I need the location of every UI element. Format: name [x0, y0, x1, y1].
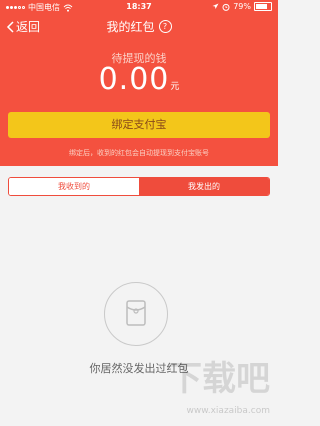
bind-alipay-button[interactable]: 绑定支付宝	[8, 112, 270, 138]
watermark-url: www.xiazaiba.com	[186, 406, 270, 416]
balance-amount: 0.00元	[0, 62, 278, 97]
battery-fill	[256, 4, 268, 9]
balance-value: 0.00	[98, 62, 170, 97]
location-icon	[212, 3, 219, 9]
header-panel: 中国电信 18:37 79% 返回 我的红包 ? 待提现的钱 0.00元 绑定支…	[0, 0, 278, 166]
status-right: 79%	[212, 2, 272, 11]
navigation-bar: 返回 我的红包 ?	[0, 14, 278, 40]
help-icon[interactable]: ?	[158, 20, 172, 33]
balance-unit: 元	[170, 82, 180, 92]
page-title-wrap: 我的红包 ?	[0, 18, 278, 35]
page-title: 我的红包	[106, 20, 155, 34]
empty-state-icon-circle	[104, 282, 168, 346]
tab-bar: 我收到的 我发出的	[8, 177, 270, 196]
bind-hint-text: 绑定后，收到的红包会自动提现到支付宝账号	[69, 149, 209, 157]
status-bar: 中国电信 18:37 79%	[0, 0, 278, 14]
battery-percent: 79%	[233, 2, 251, 11]
battery-icon	[254, 2, 272, 11]
red-envelope-icon	[126, 300, 146, 326]
tab-received[interactable]: 我收到的	[9, 178, 139, 195]
tab-sent[interactable]: 我发出的	[139, 178, 269, 195]
watermark-logo: 下载吧	[168, 359, 270, 399]
alarm-icon	[222, 3, 230, 11]
